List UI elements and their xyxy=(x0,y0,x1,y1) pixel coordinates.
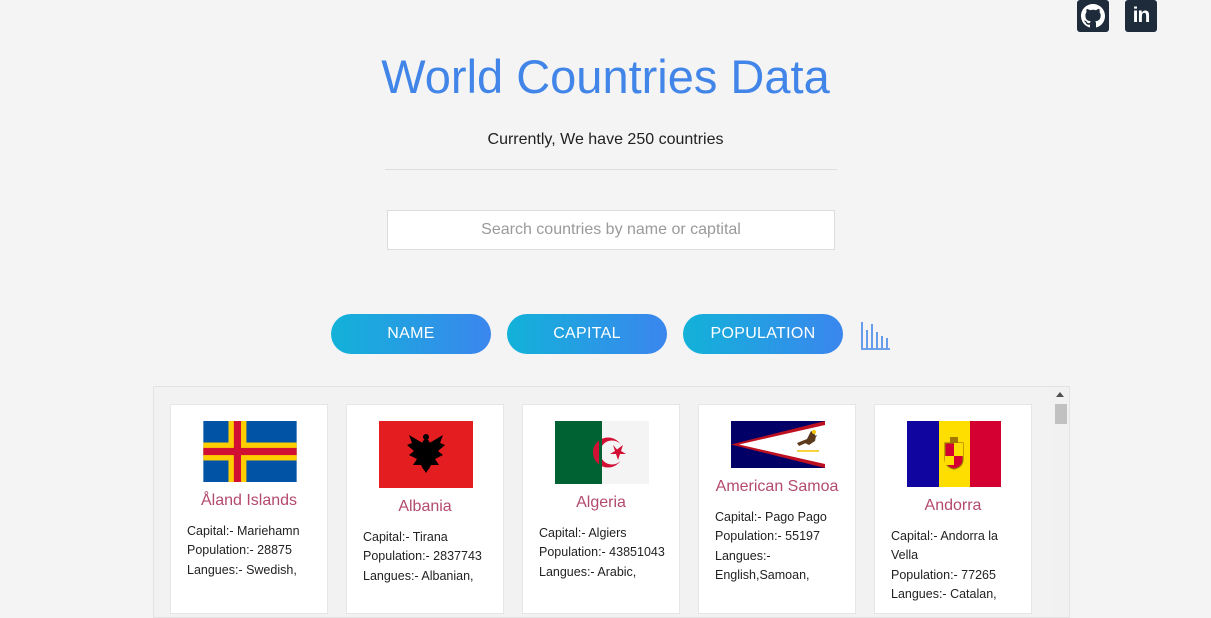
country-details: Capital:- Pago Pago Population:- 55197 L… xyxy=(715,508,843,585)
country-capital: Capital:- Mariehamn xyxy=(187,524,300,538)
country-capital: Capital:- Tirana xyxy=(363,530,448,544)
country-name: Andorra xyxy=(924,497,982,514)
american-samoa-flag-icon xyxy=(731,421,825,468)
country-name: Albania xyxy=(398,498,452,515)
country-card-albania[interactable]: Albania Capital:- Tirana Population:- 28… xyxy=(346,404,504,614)
country-details: Capital:- Algiers Population:- 43851043 … xyxy=(539,524,667,582)
vertical-scrollbar[interactable] xyxy=(1052,387,1069,617)
andorra-flag-icon xyxy=(907,421,1001,487)
bar-chart-icon[interactable] xyxy=(859,318,891,350)
algeria-flag-icon xyxy=(555,421,649,484)
country-capital: Capital:- Andorra la Vella xyxy=(891,529,999,563)
sort-by-population-button[interactable]: POPULATION xyxy=(683,314,843,354)
scrollbar-thumb[interactable] xyxy=(1055,404,1067,424)
country-population: Population:- 28875 xyxy=(187,543,292,558)
linkedin-link-icon[interactable]: in xyxy=(1125,0,1157,32)
countries-list-panel: Åland Islands Capital:- Mariehamn Popula… xyxy=(153,386,1070,618)
sort-by-name-button[interactable]: NAME xyxy=(331,314,491,354)
country-details: Capital:- Tirana Population:- 2837743 La… xyxy=(363,528,491,586)
country-capital: Capital:- Pago Pago xyxy=(715,510,827,524)
country-languages: Langues:- Swedish, xyxy=(187,562,297,577)
country-card-andorra[interactable]: Andorra Capital:- Andorra la Vella Popul… xyxy=(874,404,1032,614)
country-population: Population:- 43851043 xyxy=(539,545,665,560)
country-card-aland-islands[interactable]: Åland Islands Capital:- Mariehamn Popula… xyxy=(170,404,328,614)
country-languages: Langues:- Catalan, xyxy=(891,586,997,601)
country-count-subtitle: Currently, We have 250 countries xyxy=(487,131,724,148)
country-population: Population:- 2837743 xyxy=(363,549,482,564)
country-name: Algeria xyxy=(576,494,626,511)
country-population: Population:- 77265 xyxy=(891,567,996,582)
country-languages: Langues:- English,Samoan, xyxy=(715,548,810,582)
country-name: Åland Islands xyxy=(200,492,298,509)
country-card-algeria[interactable]: Algeria Capital:- Algiers Population:- 4… xyxy=(522,404,680,614)
country-details: Capital:- Andorra la Vella Population:- … xyxy=(891,527,1019,604)
sort-by-capital-button[interactable]: CAPITAL xyxy=(507,314,667,354)
country-name: American Samoa xyxy=(715,478,839,495)
country-languages: Langues:- Albanian, xyxy=(363,568,474,583)
header-divider xyxy=(385,169,837,170)
search-input[interactable] xyxy=(387,210,835,250)
linkedin-icon: in xyxy=(1132,4,1151,27)
country-capital: Capital:- Algiers xyxy=(539,526,627,540)
scroll-up-arrow-icon[interactable] xyxy=(1056,392,1064,397)
country-languages: Langues:- Arabic, xyxy=(539,564,637,579)
aland-islands-flag-icon xyxy=(203,421,297,482)
github-icon xyxy=(1081,4,1105,28)
albania-flag-icon xyxy=(379,421,473,488)
page-title: World Countries Data xyxy=(381,50,830,103)
country-population: Population:- 55197 xyxy=(715,529,820,544)
github-link-icon[interactable] xyxy=(1077,0,1109,32)
country-details: Capital:- Mariehamn Population:- 28875 L… xyxy=(187,522,315,580)
country-card-american-samoa[interactable]: American Samoa Capital:- Pago Pago Popul… xyxy=(698,404,856,614)
